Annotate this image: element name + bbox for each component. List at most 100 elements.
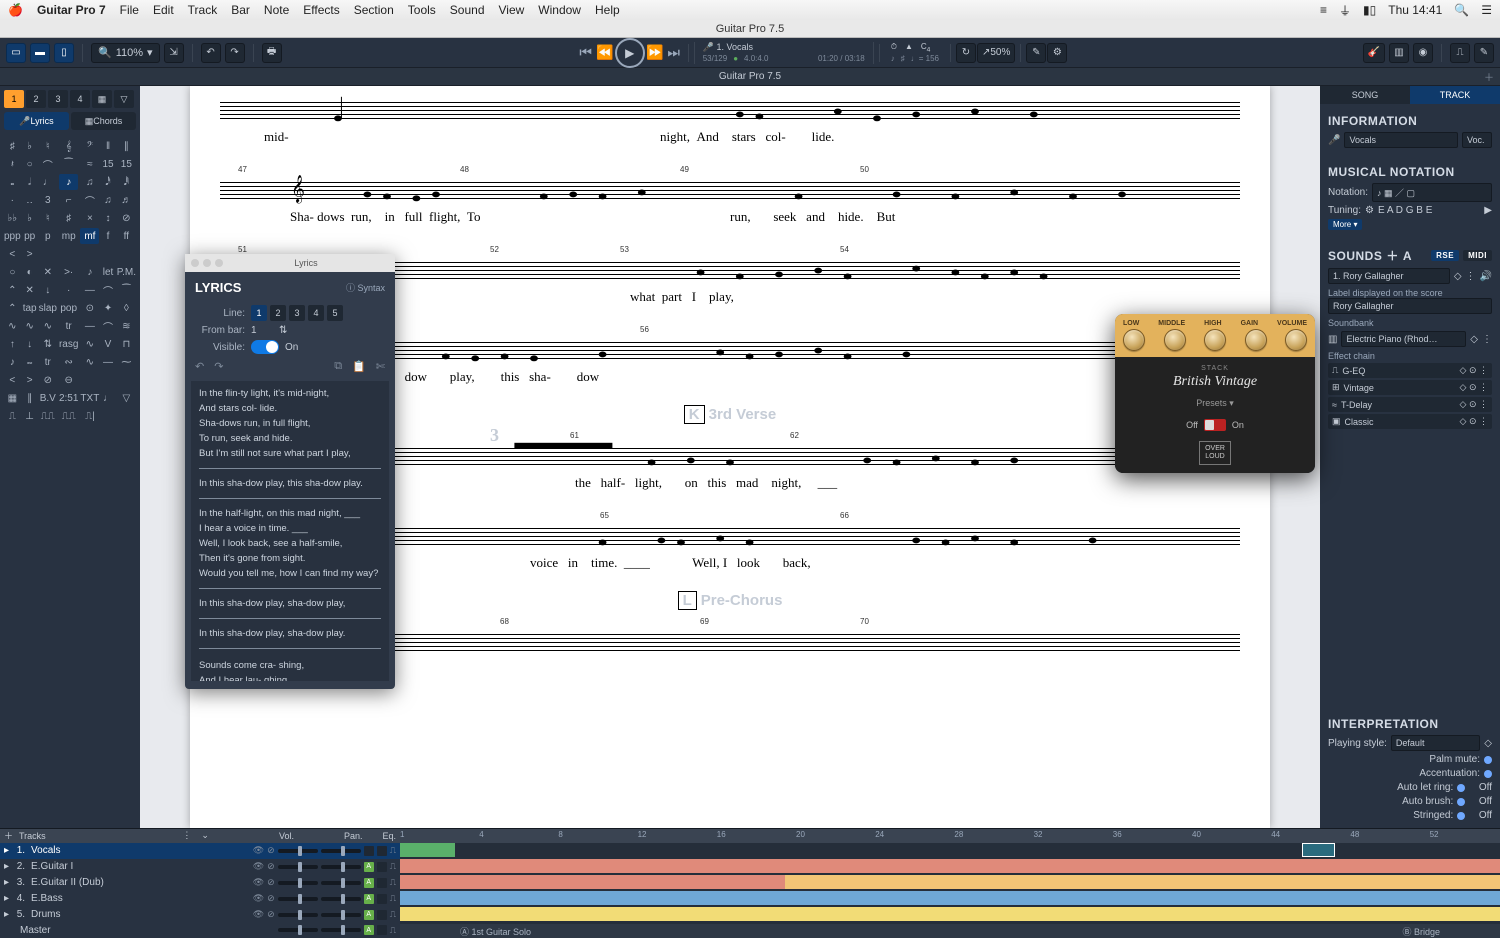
menu-section[interactable]: Section (354, 3, 394, 17)
auto-brush-dot[interactable] (1457, 798, 1465, 806)
lyrics-toggle-button[interactable]: 🎤 Lyrics (4, 112, 69, 130)
app-name[interactable]: Guitar Pro 7 (37, 3, 106, 17)
menu-edit[interactable]: Edit (153, 3, 174, 17)
tab-song[interactable]: SONG (1320, 86, 1410, 104)
forward-button[interactable]: ⏩ (646, 44, 664, 62)
menu-track[interactable]: Track (188, 3, 218, 17)
track-row[interactable]: ▸1.Vocals 👁⊘⎍ (0, 843, 400, 859)
menu-sound[interactable]: Sound (450, 3, 485, 17)
master-track-row[interactable]: Master A⎍ (0, 923, 400, 938)
view-page-button[interactable]: ▭ (6, 43, 26, 63)
fx-classic[interactable]: ▣Classic◇ ⊙ ⋮ (1328, 414, 1492, 429)
track-name-field[interactable]: Vocals (1344, 132, 1458, 148)
lyrics-line-5[interactable]: 5 (327, 305, 343, 321)
document-tab[interactable]: Guitar Pro 7.5 (719, 71, 781, 82)
minimize-icon[interactable] (203, 259, 211, 267)
amp-panel[interactable]: LOW MIDDLE HIGH GAIN VOLUME STACK Britis… (1115, 314, 1315, 473)
apple-icon[interactable]: 🍎 (8, 3, 23, 17)
track-row[interactable]: ▸5.Drums 👁⊘A⎍ (0, 907, 400, 923)
design-mode-button[interactable]: ▽ (114, 90, 134, 108)
chevron-icon[interactable]: ◇ (1454, 271, 1462, 282)
lyrics-line-2[interactable]: 2 (270, 305, 286, 321)
close-icon[interactable] (191, 259, 199, 267)
voice-2-button[interactable]: 2 (26, 90, 46, 108)
volume-icon[interactable]: 🔊 (1480, 271, 1492, 282)
chords-toggle-button[interactable]: ▦ Chords (71, 112, 136, 130)
amp-power-switch[interactable] (1204, 419, 1226, 431)
lyrics-cut-icon[interactable]: ✄ (376, 360, 385, 373)
play-button[interactable]: ▶ (615, 38, 645, 68)
menu-view[interactable]: View (499, 3, 525, 17)
lyrics-paste-icon[interactable]: 📋 (352, 360, 366, 373)
fx-geq[interactable]: ⎍G-EQ◇ ⊙ ⋮ (1328, 363, 1492, 378)
amp-knob-volume[interactable] (1285, 329, 1307, 351)
tuner-button[interactable]: ✎ (1026, 43, 1046, 63)
add-sound-button[interactable]: ＋ (1386, 247, 1399, 264)
lyrics-line-3[interactable]: 3 (289, 305, 305, 321)
multivoice-button[interactable]: ▦ (92, 90, 112, 108)
add-track-button[interactable]: ＋ (4, 829, 13, 842)
tab-track[interactable]: TRACK (1410, 86, 1500, 104)
syntax-button[interactable]: ⓘ Syntax (346, 281, 385, 294)
zoom-control[interactable]: 🔍 110% ▾ (91, 43, 160, 63)
menu-tools[interactable]: Tools (408, 3, 436, 17)
amp-knob-middle[interactable] (1164, 329, 1186, 351)
view-screen-button[interactable]: ▬ (30, 43, 50, 63)
amp-knob-high[interactable] (1204, 329, 1226, 351)
collapse-button[interactable]: ⇲ (164, 43, 184, 63)
panel-inspector-button[interactable]: ✎ (1474, 43, 1494, 63)
menu-note[interactable]: Note (264, 3, 289, 17)
rewind-start-button[interactable]: ⏮ (577, 44, 595, 62)
notation-buttons[interactable]: ♪ ▦ ／ ▢ (1372, 183, 1492, 202)
menu-effects[interactable]: Effects (303, 3, 339, 17)
lyrics-text-area[interactable]: In the flin-ty light, it's mid-night,And… (191, 381, 389, 681)
amp-presets-button[interactable]: Presets ▾ (1123, 398, 1307, 409)
sound-a-button[interactable]: A (1403, 249, 1412, 263)
voice-3-button[interactable]: 3 (48, 90, 68, 108)
hamburger-icon[interactable]: ≡ (1320, 3, 1327, 17)
countdown-icon[interactable]: ▲ (905, 42, 913, 54)
options-icon[interactable]: ⋮ (1466, 271, 1476, 282)
more-button[interactable]: More ▾ (1328, 219, 1362, 230)
timeline[interactable]: 1481216202428323640444852 (400, 829, 1500, 938)
track-row[interactable]: ▸2.E.Guitar I 👁⊘A⎍ (0, 859, 400, 875)
rewind-button[interactable]: ⏪ (596, 44, 614, 62)
track-row[interactable]: ▸4.E.Bass 👁⊘A⎍ (0, 891, 400, 907)
tracks-menu-icon[interactable]: ⋮ (182, 830, 191, 841)
lyrics-line-1[interactable]: 1 (251, 305, 267, 321)
lyrics-undo-icon[interactable]: ↶ (195, 360, 204, 373)
panel-drums-button[interactable]: ◉ (1413, 43, 1433, 63)
midi-badge[interactable]: MIDI (1463, 250, 1492, 261)
amp-knob-low[interactable] (1123, 329, 1145, 351)
lyrics-redo-icon[interactable]: ↷ (214, 360, 223, 373)
auto-let-ring-dot[interactable] (1457, 784, 1465, 792)
panel-piano-button[interactable]: ▥ (1389, 43, 1409, 63)
lyrics-window-titlebar[interactable]: Lyrics (185, 254, 395, 272)
rse-badge[interactable]: RSE (1431, 250, 1459, 261)
speed-trainer-button[interactable]: ↗50% (977, 43, 1015, 63)
undo-button[interactable]: ↶ (201, 43, 221, 63)
fx-vintage[interactable]: ⊞Vintage◇ ⊙ ⋮ (1328, 380, 1492, 395)
visible-toggle[interactable] (251, 340, 279, 354)
menu-window[interactable]: Window (538, 3, 581, 17)
settings-button[interactable]: ⚙ (1047, 43, 1067, 63)
lyrics-line-4[interactable]: 4 (308, 305, 324, 321)
print-button[interactable]: 🖶 (262, 43, 282, 63)
lyrics-copy-icon[interactable]: ⧉ (334, 360, 342, 373)
menu-file[interactable]: File (120, 3, 139, 17)
play-tuning-icon[interactable]: ▶ (1484, 205, 1492, 216)
gear-icon[interactable]: ⚙ (1365, 205, 1374, 216)
stepper-icon[interactable]: ⇅ (279, 325, 287, 336)
soundbank-select[interactable]: Electric Piano (Rhod… (1341, 331, 1466, 347)
score-label-field[interactable]: Rory Gallagher (1328, 298, 1492, 314)
wifi-icon[interactable]: ⏚ (1339, 2, 1351, 19)
menu-bar[interactable]: Bar (231, 3, 250, 17)
forward-end-button[interactable]: ⏭ (665, 44, 683, 62)
track-row[interactable]: ▸3.E.Guitar II (Dub) 👁⊘A⎍ (0, 875, 400, 891)
spotlight-icon[interactable]: 🔍 (1454, 3, 1469, 17)
zoom-icon[interactable] (215, 259, 223, 267)
sound-preset-select[interactable]: 1. Rory Gallagher (1328, 268, 1450, 284)
voice-4-button[interactable]: 4 (70, 90, 90, 108)
menu-help[interactable]: Help (595, 3, 620, 17)
fx-tdelay[interactable]: ≈T-Delay◇ ⊙ ⋮ (1328, 397, 1492, 412)
